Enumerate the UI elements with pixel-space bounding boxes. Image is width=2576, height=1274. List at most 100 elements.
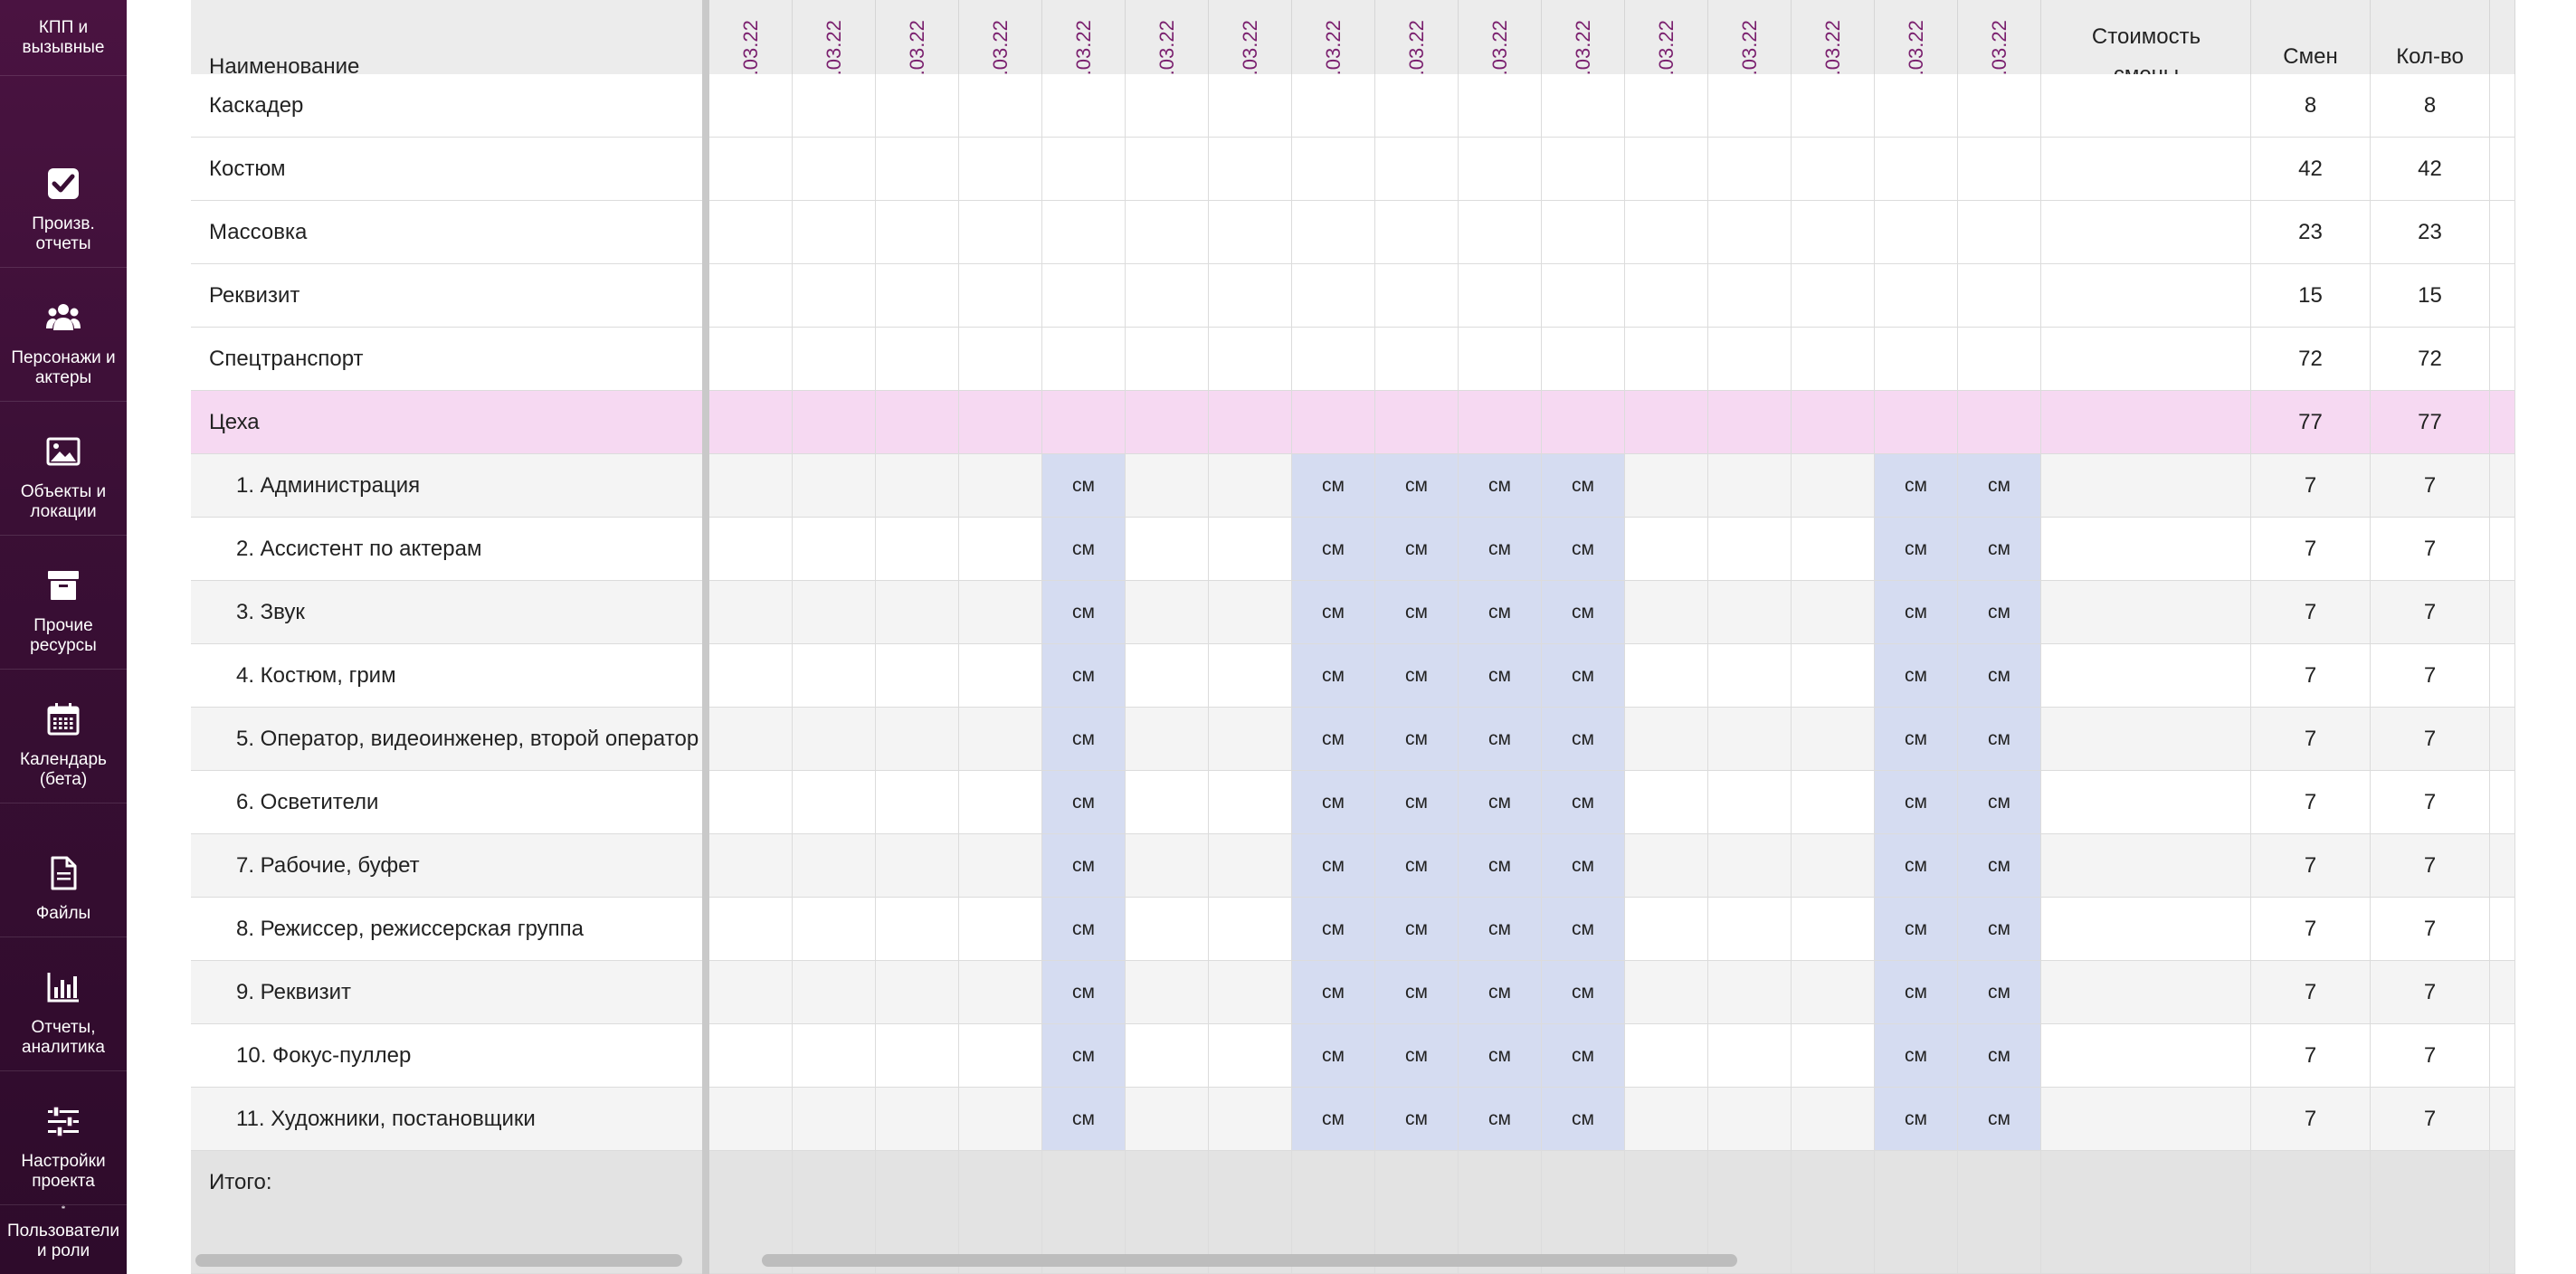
shifts-cell[interactable]: 15: [2251, 264, 2371, 328]
shift-cell[interactable]: см: [1542, 518, 1625, 581]
cost-cell[interactable]: [2041, 581, 2251, 644]
qty-cell[interactable]: 7: [2371, 644, 2490, 708]
date-cell[interactable]: [1625, 581, 1708, 644]
date-cell[interactable]: [1542, 201, 1625, 264]
table-row-name[interactable]: Массовка: [191, 201, 706, 264]
date-cell[interactable]: [1792, 74, 1875, 138]
shifts-cell[interactable]: 23: [2251, 201, 2371, 264]
date-cell[interactable]: [793, 138, 876, 201]
date-cell[interactable]: [959, 581, 1042, 644]
date-cell[interactable]: [709, 74, 793, 138]
shift-cell[interactable]: см: [1375, 834, 1459, 898]
date-cell[interactable]: [1126, 898, 1209, 961]
date-cell[interactable]: [793, 328, 876, 391]
date-cell[interactable]: [1375, 201, 1459, 264]
shifts-cell[interactable]: 7: [2251, 1024, 2371, 1088]
qty-cell[interactable]: 7: [2371, 834, 2490, 898]
date-cell[interactable]: [876, 644, 959, 708]
date-cell[interactable]: [1792, 454, 1875, 518]
sidebar-item-locations[interactable]: Объекты и локации: [0, 402, 127, 536]
date-cell[interactable]: [793, 1088, 876, 1151]
date-cell[interactable]: [1209, 1024, 1292, 1088]
date-cell[interactable]: [876, 201, 959, 264]
date-cell[interactable]: [1625, 518, 1708, 581]
date-cell[interactable]: [876, 961, 959, 1024]
shift-cell[interactable]: см: [1459, 1088, 1542, 1151]
shift-cell[interactable]: см: [1542, 581, 1625, 644]
date-cell[interactable]: [709, 834, 793, 898]
date-cell[interactable]: [1126, 771, 1209, 834]
date-cell[interactable]: [876, 518, 959, 581]
shift-cell[interactable]: см: [1875, 834, 1958, 898]
date-cell[interactable]: [1459, 74, 1542, 138]
date-cell[interactable]: [793, 454, 876, 518]
shift-cell[interactable]: см: [1875, 898, 1958, 961]
date-cell[interactable]: [959, 201, 1042, 264]
date-cell[interactable]: [1209, 74, 1292, 138]
date-cell[interactable]: [1375, 264, 1459, 328]
date-cell[interactable]: [1708, 74, 1792, 138]
date-cell[interactable]: [1459, 264, 1542, 328]
shift-cell[interactable]: см: [1375, 771, 1459, 834]
date-cell[interactable]: [1792, 961, 1875, 1024]
shifts-cell[interactable]: 7: [2251, 771, 2371, 834]
date-cell[interactable]: [1708, 834, 1792, 898]
date-cell[interactable]: [1292, 264, 1375, 328]
date-cell[interactable]: [1792, 581, 1875, 644]
shift-cell[interactable]: см: [1375, 1024, 1459, 1088]
cost-cell[interactable]: [2041, 644, 2251, 708]
shifts-cell[interactable]: 72: [2251, 328, 2371, 391]
date-cell[interactable]: [1708, 1024, 1792, 1088]
date-cell[interactable]: [959, 74, 1042, 138]
date-cell[interactable]: [1459, 328, 1542, 391]
shift-cell[interactable]: см: [1542, 1024, 1625, 1088]
date-cell[interactable]: [1792, 1024, 1875, 1088]
date-cell[interactable]: [1792, 834, 1875, 898]
date-cell[interactable]: [1625, 961, 1708, 1024]
date-cell[interactable]: [959, 1088, 1042, 1151]
table-row-name[interactable]: Каскадер: [191, 74, 706, 138]
cost-cell[interactable]: [2041, 328, 2251, 391]
date-cell[interactable]: [1209, 201, 1292, 264]
date-cell[interactable]: [1126, 1088, 1209, 1151]
shifts-cell[interactable]: 7: [2251, 834, 2371, 898]
table-row-name[interactable]: Реквизит: [191, 264, 706, 328]
shift-cell[interactable]: см: [1958, 961, 2041, 1024]
date-cell[interactable]: [709, 264, 793, 328]
date-cell[interactable]: [1209, 898, 1292, 961]
table-row-name[interactable]: 4. Костюм, грим: [191, 644, 706, 708]
qty-cell[interactable]: 7: [2371, 1088, 2490, 1151]
shift-cell[interactable]: см: [1459, 581, 1542, 644]
shift-cell[interactable]: см: [1459, 518, 1542, 581]
date-cell[interactable]: [1625, 74, 1708, 138]
shift-cell[interactable]: см: [1958, 518, 2041, 581]
shift-cell[interactable]: см: [1875, 961, 1958, 1024]
date-cell[interactable]: [1625, 264, 1708, 328]
date-cell[interactable]: [1958, 328, 2041, 391]
shift-cell[interactable]: см: [1542, 708, 1625, 771]
date-cell[interactable]: [1625, 708, 1708, 771]
date-cell[interactable]: [1792, 644, 1875, 708]
shift-cell[interactable]: см: [1375, 518, 1459, 581]
date-cell[interactable]: [1126, 74, 1209, 138]
date-cell[interactable]: [709, 644, 793, 708]
shift-cell[interactable]: см: [1375, 1088, 1459, 1151]
table-row-name[interactable]: 2. Ассистент по актерам: [191, 518, 706, 581]
shift-cell[interactable]: см: [1459, 1024, 1542, 1088]
date-cell[interactable]: [1625, 771, 1708, 834]
date-cell[interactable]: [1209, 708, 1292, 771]
date-cell[interactable]: [876, 771, 959, 834]
date-cell[interactable]: [1292, 74, 1375, 138]
date-cell[interactable]: [1792, 138, 1875, 201]
date-cell[interactable]: [1459, 138, 1542, 201]
date-cell[interactable]: [959, 834, 1042, 898]
date-cell[interactable]: [1708, 391, 1792, 454]
shift-cell[interactable]: см: [1459, 454, 1542, 518]
date-cell[interactable]: [1792, 898, 1875, 961]
date-cell[interactable]: [1126, 834, 1209, 898]
date-cell[interactable]: [959, 644, 1042, 708]
qty-cell[interactable]: 8: [2371, 74, 2490, 138]
date-cell[interactable]: [1292, 201, 1375, 264]
sidebar-item-calendar[interactable]: Календарь (бета): [0, 670, 127, 803]
shift-cell[interactable]: см: [1292, 961, 1375, 1024]
